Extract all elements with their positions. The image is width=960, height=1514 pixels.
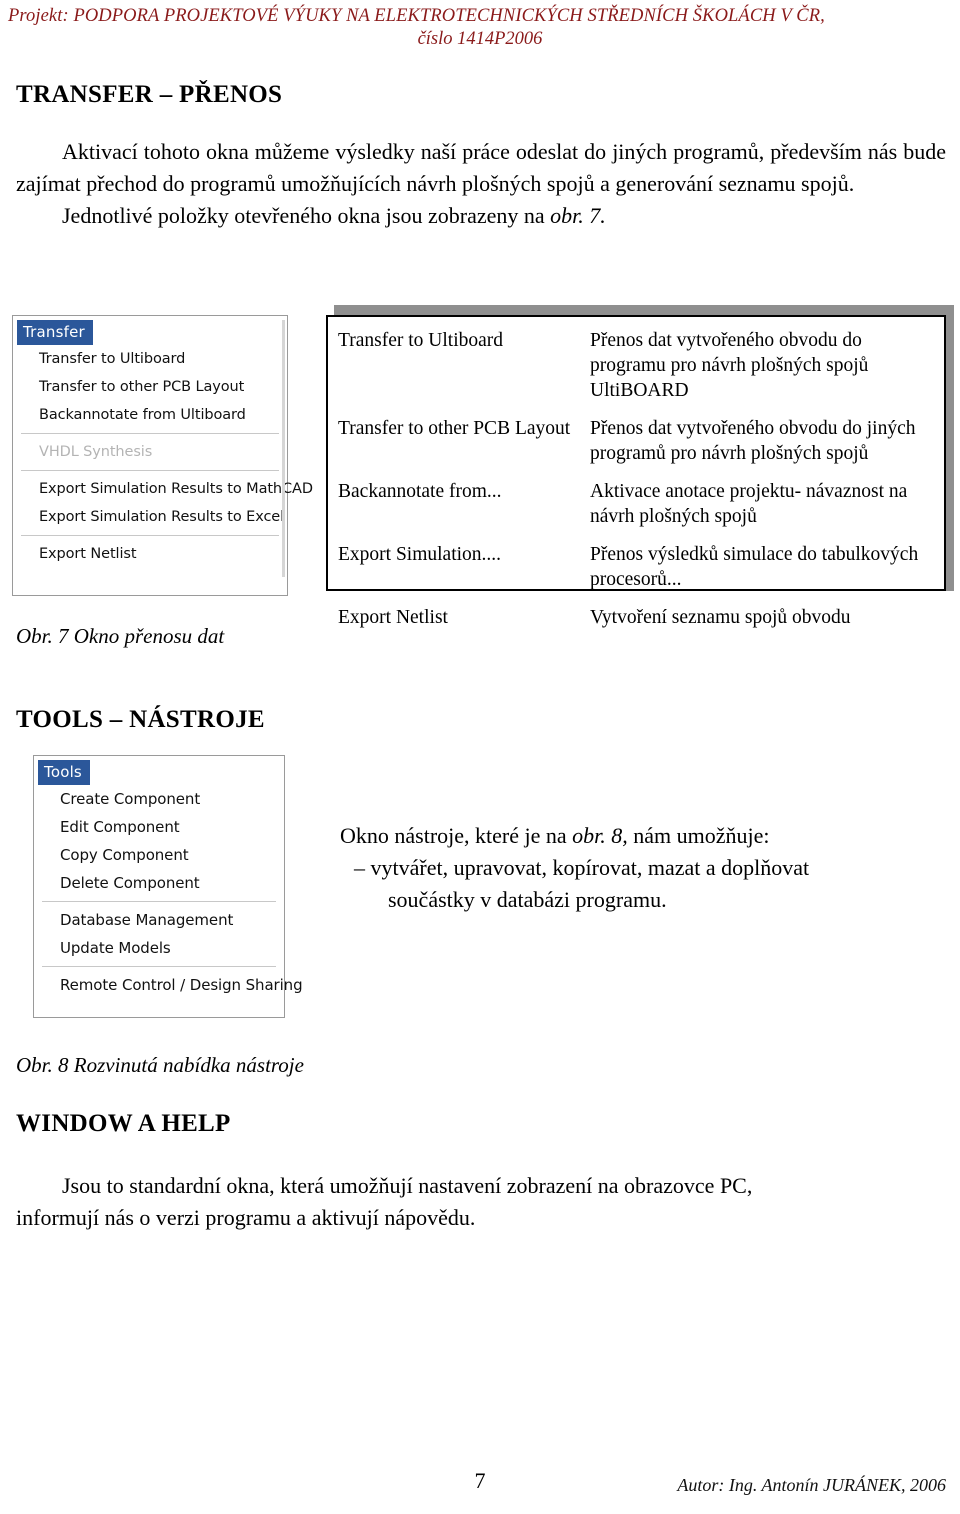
table-row: Export Simulation.... Přenos výsledků si…: [338, 539, 934, 602]
intro-second-figref: obr. 7.: [550, 203, 606, 228]
menu-item-export-netlist[interactable]: Export Netlist: [13, 540, 287, 568]
header-line-number: číslo 1414P2006: [417, 29, 543, 49]
screenshot-transfer-menu[interactable]: Transfer Transfer to Ultiboard Transfer …: [12, 315, 313, 596]
menu-item-update-models[interactable]: Update Models: [34, 934, 284, 962]
figure-caption-7: Obr. 7 Okno přenosu dat: [16, 624, 225, 648]
transfer-menu-title: Transfer: [17, 320, 93, 345]
menu-item-delete-component[interactable]: Delete Component: [34, 869, 284, 897]
menu-separator: [21, 470, 279, 471]
paragraph-window-help: Jsou to standardní okna, která umožňují …: [16, 1170, 946, 1234]
table-row: Transfer to Ultiboard Přenos dat vytvoře…: [338, 325, 934, 413]
menu-separator: [21, 535, 279, 536]
table-row: Export Netlist Vytvoření seznamu spojů o…: [338, 602, 934, 632]
menu-item-export-simulation-results-to-mathcad[interactable]: Export Simulation Results to MathCAD: [13, 475, 313, 503]
screenshot-tools-menu[interactable]: Tools Create Component Edit Component Co…: [33, 755, 303, 1018]
table-cell-description: Vytvoření seznamu spojů obvodu: [590, 607, 851, 628]
window-paragraph-line-2: informují nás o verzi programu a aktivuj…: [16, 1205, 476, 1230]
menu-item-backannotate-from-ultiboard[interactable]: Backannotate from Ultiboard: [13, 401, 287, 429]
table-row: Transfer to other PCB Layout Přenos dat …: [338, 413, 934, 476]
table-cell-description: Přenos dat vytvořeného obvodu do jiných …: [590, 418, 916, 464]
window-paragraph-line-1: Jsou to standardní okna, která umožňují …: [62, 1173, 753, 1198]
table-cell-description: Přenos dat vytvořeného obvodu do program…: [590, 330, 869, 401]
paragraph-transfer-intro: Aktivací tohoto okna můžeme výsledky naš…: [16, 136, 946, 232]
menu-separator: [21, 433, 279, 434]
tools-text-figref: obr. 8,: [572, 823, 628, 848]
section-heading-tools: TOOLS – NÁSTROJE: [16, 706, 265, 733]
table-cell-description: Aktivace anotace projektu- návaznost na …: [590, 481, 908, 527]
tools-text-suffix: nám umožňuje:: [627, 823, 770, 848]
menu-item-copy-component[interactable]: Copy Component: [34, 841, 284, 869]
transfer-command-description-table: Transfer to Ultiboard Přenos dat vytvoře…: [326, 315, 946, 628]
menu-item-vhdl-synthesis: VHDL Synthesis: [39, 444, 153, 460]
tools-menu-title: Tools: [38, 760, 90, 785]
menu-right-edge-artifact: [282, 320, 285, 577]
figure-caption-8: Obr. 8 Rozvinutá nabídka nástroje: [16, 1053, 304, 1077]
menu-separator: [42, 966, 276, 967]
menu-item-remote-control-design-sharing[interactable]: Remote Control / Design Sharing: [34, 971, 303, 999]
table-row: Backannotate from... Aktivace anotace pr…: [338, 476, 934, 539]
menu-item-create-component[interactable]: Create Component: [34, 785, 284, 813]
header-line-project: Projekt: PODPORA PROJEKTOVÉ VÝUKY NA ELE…: [8, 6, 825, 26]
table-cell-description: Přenos výsledků simulace do tabulkových …: [590, 544, 919, 590]
table-cell-command: Export Netlist: [338, 607, 448, 628]
intro-second-prefix: Jednotlivé položky otevřeného okna jsou …: [62, 203, 551, 228]
tools-text-line-1: Okno nástroje, které je na obr. 8, nám u…: [340, 820, 948, 852]
table-cell-command: Transfer to other PCB Layout: [338, 418, 571, 439]
table-cell-command: Backannotate from...: [338, 481, 502, 502]
paragraph-tools-description: Okno nástroje, které je na obr. 8, nám u…: [340, 820, 948, 916]
section-heading-window-help: WINDOW A HELP: [16, 1110, 231, 1137]
menu-item-export-simulation-results-to-excel[interactable]: Export Simulation Results to Excel: [13, 503, 287, 531]
section-heading-transfer: TRANSFER – PŘENOS: [16, 81, 283, 108]
paragraph-transfer-intro-body: Aktivací tohoto okna můžeme výsledky naš…: [16, 139, 946, 196]
tools-text-prefix: Okno nástroje, které je na: [340, 823, 573, 848]
menu-item-edit-component[interactable]: Edit Component: [34, 813, 284, 841]
transfer-table-grid: Transfer to Ultiboard Přenos dat vytvoře…: [338, 325, 934, 632]
table-cell-command: Export Simulation....: [338, 544, 502, 565]
tools-text-bullet: – vytvářet, upravovat, kopírovat, mazat …: [354, 855, 810, 880]
menu-item-transfer-to-other-pcb-layout[interactable]: Transfer to other PCB Layout: [13, 373, 287, 401]
table-cell-command: Transfer to Ultiboard: [338, 330, 504, 351]
paragraph-transfer-intro-second: Jednotlivé položky otevřeného okna jsou …: [16, 200, 946, 232]
menu-item-database-management[interactable]: Database Management: [34, 906, 284, 934]
tools-text-bullet-cont: součástky v databázi programu.: [388, 887, 667, 912]
document-running-header: Projekt: PODPORA PROJEKTOVÉ VÝUKY NA ELE…: [0, 6, 960, 50]
footer-author: Autor: Ing. Antonín JURÁNEK, 2006: [677, 1475, 946, 1495]
menu-item-transfer-to-ultiboard[interactable]: Transfer to Ultiboard: [13, 345, 287, 373]
menu-separator: [42, 901, 276, 902]
